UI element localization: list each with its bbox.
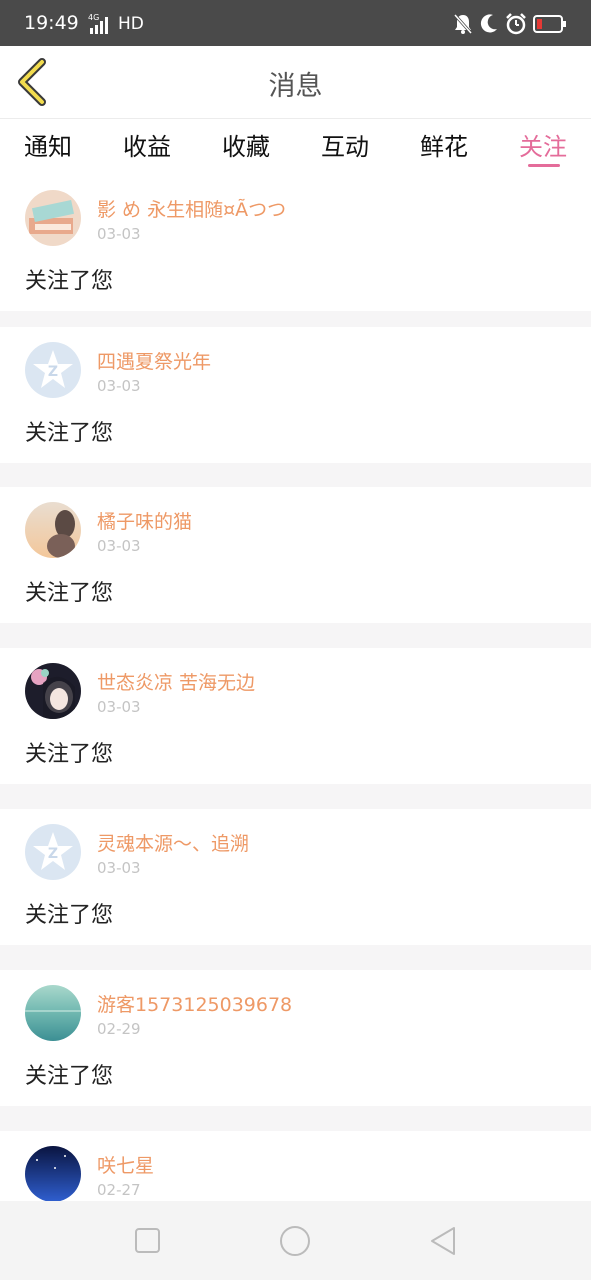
follow-notification-item[interactable]: 咲七星 02-27 [0,1131,591,1202]
follow-notification-item[interactable]: 橘子味的猫 03-03 关注了您 [0,487,591,623]
notification-date: 02-27 [97,1181,141,1199]
follow-notification-item[interactable]: 影 め 永生相随¤Ãつつ 03-03 关注了您 [0,175,591,311]
page-title: 消息 [268,71,323,102]
status-icons [453,12,567,36]
active-tab-indicator [528,164,560,167]
notification-date: 03-03 [97,859,141,877]
status-bar: 19:49 4G HD [0,0,591,46]
username[interactable]: 世态炎凉 苦海无边 [97,668,255,695]
alarm-icon [505,13,527,35]
svg-text:4G: 4G [88,13,99,22]
recents-button[interactable] [128,1221,168,1261]
tab-earnings[interactable]: 收益 [107,127,187,162]
username[interactable]: 影 め 永生相随¤Ãつつ [97,195,286,222]
notification-text: 关注了您 [25,1064,114,1089]
notification-text: 关注了您 [25,269,114,294]
back-triangle-icon [431,1227,455,1255]
tab-favorites[interactable]: 收藏 [206,127,286,162]
anime-girl-avatar[interactable] [25,663,81,719]
signal-4g-icon: 4G [88,12,112,36]
follow-notification-item[interactable]: Z 灵魂本源〜、追溯 03-03 关注了您 [0,809,591,945]
tab-follows[interactable]: 关注 [503,127,583,162]
username[interactable]: 灵魂本源〜、追溯 [97,829,249,856]
svg-text:Z: Z [48,846,58,862]
default-star-avatar[interactable]: Z [25,824,81,880]
status-time: 19:49 [24,12,79,34]
battery-low-icon [533,14,567,34]
tab-bar: 通知 收益 收藏 互动 鲜花 关注 [0,119,591,175]
notification-text: 关注了您 [25,421,114,446]
sea-avatar[interactable] [25,985,81,1041]
notification-text: 关注了您 [25,742,114,767]
tab-interactions[interactable]: 互动 [305,127,385,162]
follow-notification-item[interactable]: 世态炎凉 苦海无边 03-03 关注了您 [0,648,591,784]
notification-text: 关注了您 [25,581,114,606]
username[interactable]: 游客1573125039678 [97,990,292,1017]
username[interactable]: 橘子味的猫 [97,507,192,534]
notification-date: 03-03 [97,225,141,243]
photo-girl-avatar[interactable] [25,502,81,558]
tab-flowers[interactable]: 鲜花 [404,127,484,162]
mute-bell-icon [453,13,473,35]
follow-notification-item[interactable]: 游客1573125039678 02-29 关注了您 [0,970,591,1106]
home-circle-icon [280,1226,310,1256]
notification-date: 03-03 [97,698,141,716]
network-type-label: HD [118,14,144,34]
system-back-button[interactable] [424,1221,464,1261]
moon-icon [479,13,499,35]
photo-books-avatar[interactable] [25,190,81,246]
home-button[interactable] [275,1221,315,1261]
username[interactable]: 咲七星 [97,1151,154,1178]
notification-date: 03-03 [97,377,141,395]
tab-notifications[interactable]: 通知 [8,127,88,162]
svg-text:Z: Z [48,364,58,380]
follow-notification-item[interactable]: Z 四遇夏祭光年 03-03 关注了您 [0,327,591,463]
notification-text: 关注了您 [25,903,114,928]
default-star-avatar[interactable]: Z [25,342,81,398]
night-sky-avatar[interactable] [25,1146,81,1202]
recents-square-icon [135,1228,160,1253]
system-nav-bar [0,1201,591,1280]
notification-date: 02-29 [97,1020,141,1038]
username[interactable]: 四遇夏祭光年 [97,347,211,374]
app-header: 消息 [0,46,591,119]
notification-date: 03-03 [97,537,141,555]
